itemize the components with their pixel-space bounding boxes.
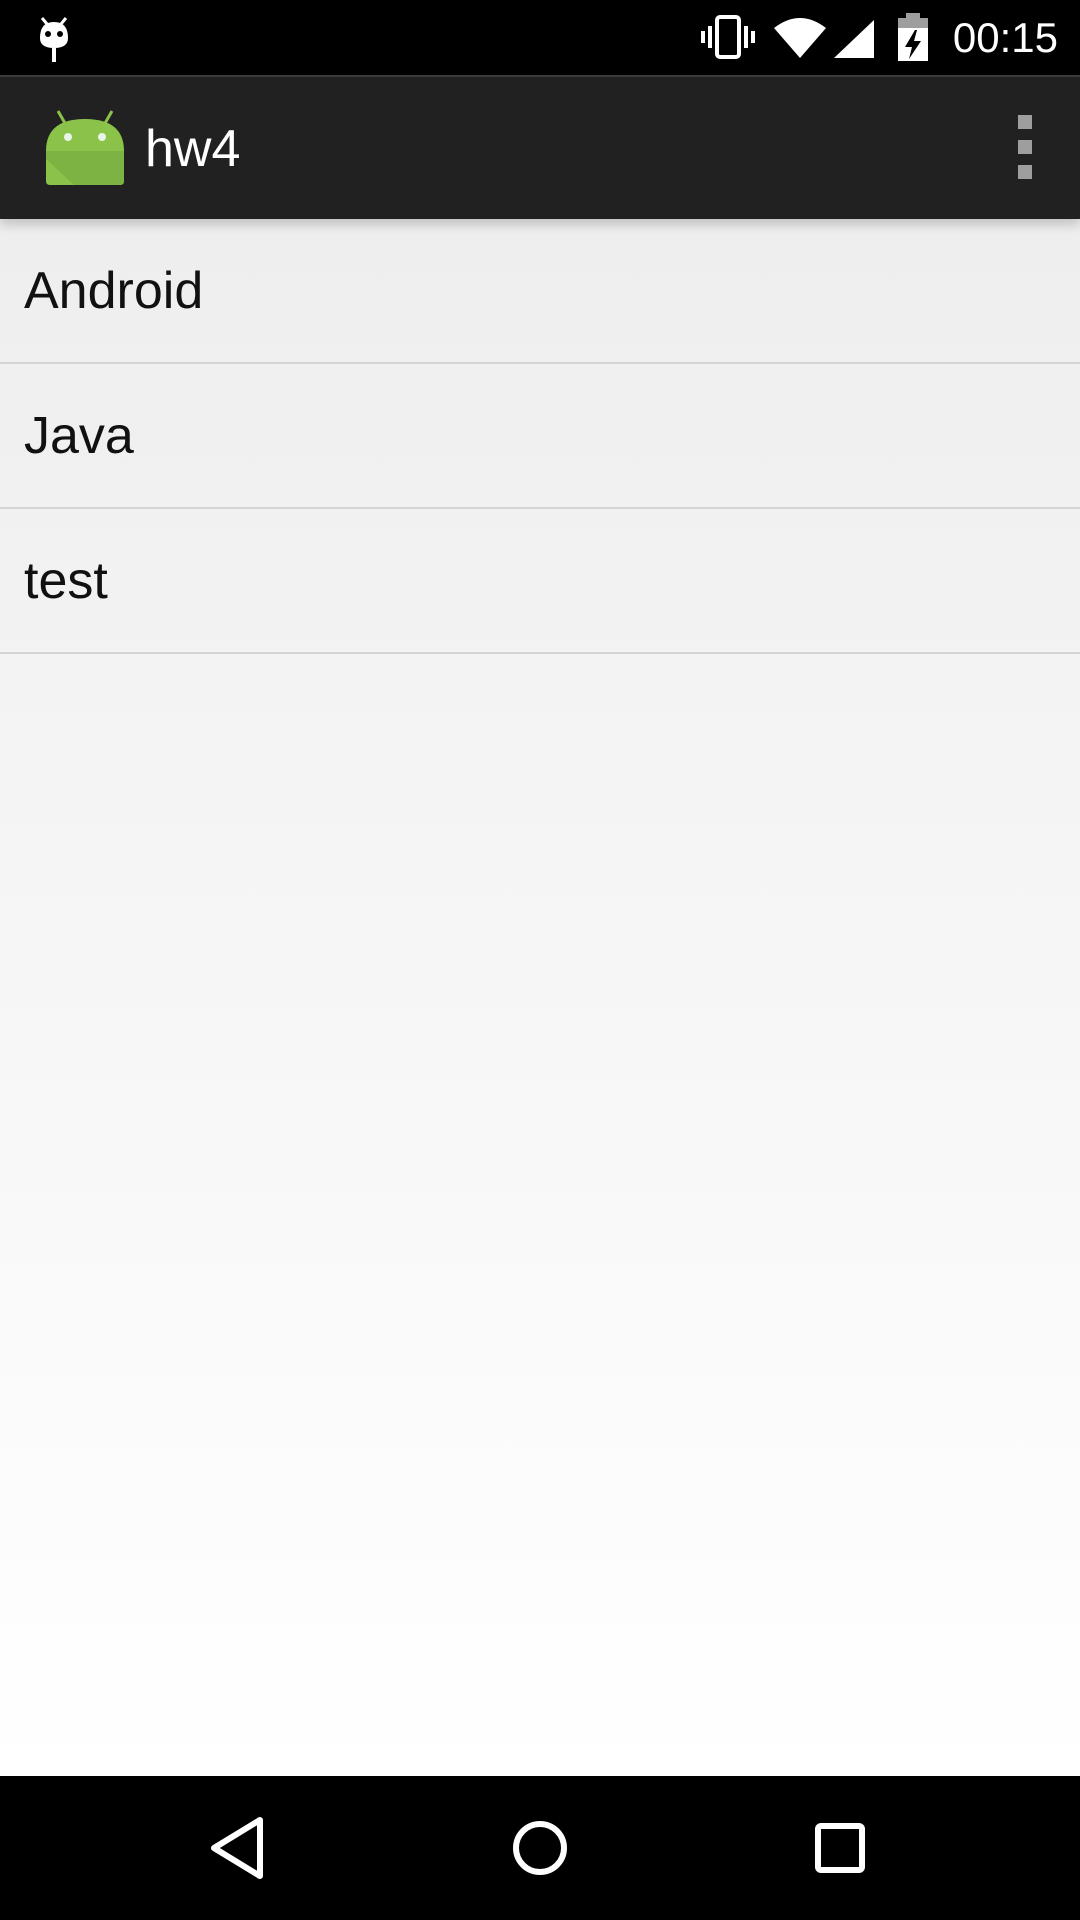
action-bar: hw4 — [0, 75, 1080, 219]
list-view: Android Java test — [0, 219, 1080, 1776]
status-bar: 00:15 — [0, 0, 1080, 75]
back-icon — [211, 1817, 263, 1879]
battery-charging-icon — [898, 13, 928, 61]
recents-icon — [815, 1823, 865, 1873]
status-clock: 00:15 — [952, 14, 1058, 61]
debug-icon — [40, 17, 68, 62]
list-item[interactable]: test — [0, 509, 1080, 654]
wifi-icon — [774, 18, 826, 58]
app-title: hw4 — [145, 120, 241, 178]
signal-icon — [834, 20, 874, 58]
home-button[interactable] — [500, 1808, 580, 1888]
screen: 00:15 hw4 Android Java test — [0, 0, 1080, 1920]
home-icon — [513, 1821, 567, 1875]
list-item-label: Android — [24, 262, 204, 320]
vibrate-icon — [701, 15, 755, 59]
list-item-label: Java — [24, 407, 134, 465]
back-button[interactable] — [200, 1808, 280, 1888]
list-item[interactable]: Java — [0, 364, 1080, 509]
overflow-menu-button[interactable] — [992, 99, 1056, 195]
recents-button[interactable] — [800, 1808, 880, 1888]
list-item[interactable]: Android — [0, 219, 1080, 364]
navigation-bar — [0, 1776, 1080, 1920]
android-icon — [46, 110, 124, 185]
list-item-label: test — [24, 552, 108, 610]
